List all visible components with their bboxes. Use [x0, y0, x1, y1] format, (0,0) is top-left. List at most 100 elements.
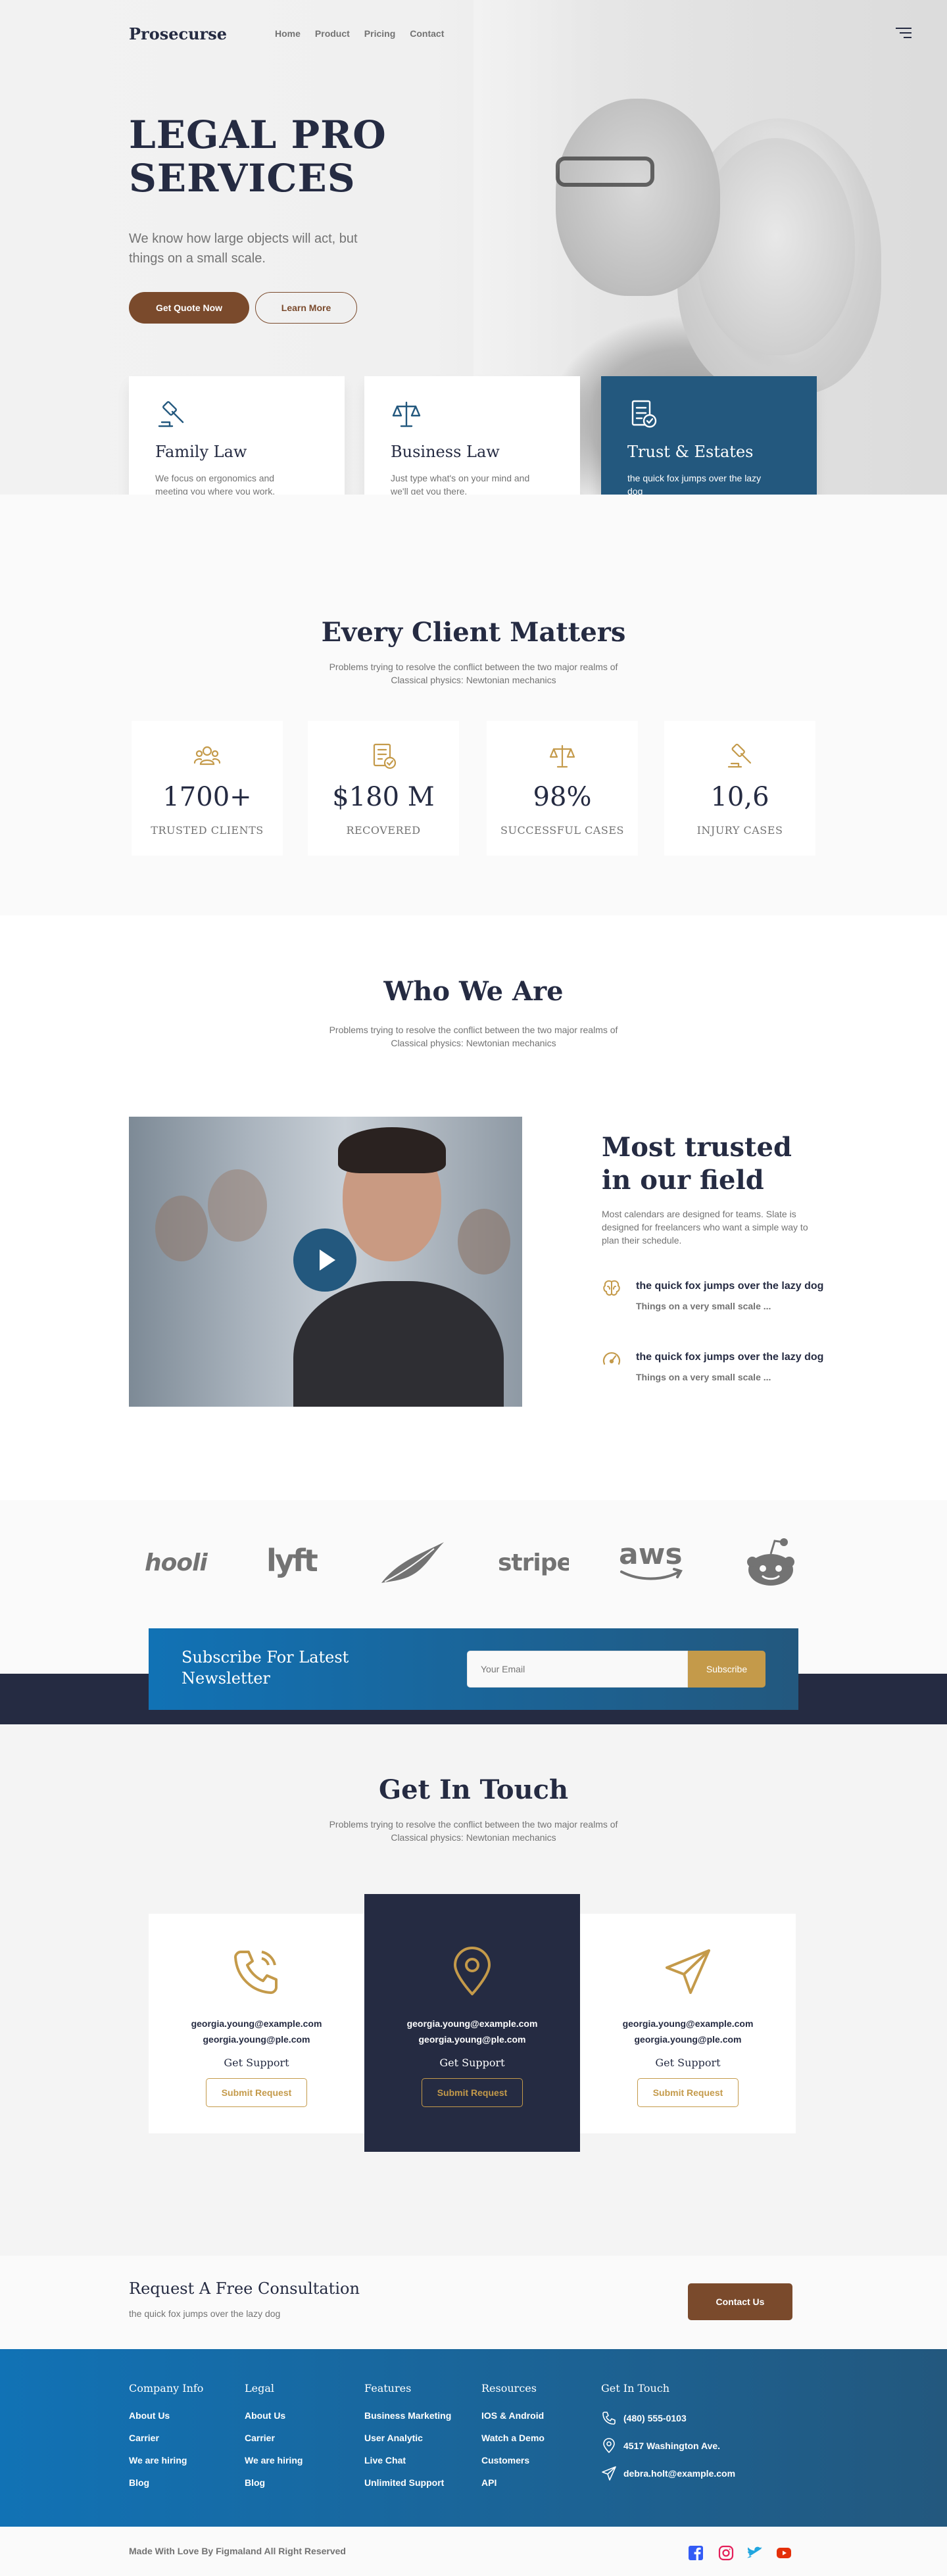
newsletter-title: Subscribe For Latest Newsletter [182, 1648, 349, 1688]
submit-request-button[interactable]: Submit Request [422, 2078, 523, 2107]
nav-links: Home Product Pricing Contact [275, 28, 444, 39]
learn-more-button[interactable]: Learn More [255, 292, 357, 324]
footer-link[interactable]: Blog [245, 2477, 303, 2488]
footer-link[interactable]: Blog [129, 2477, 203, 2488]
aws-logo: aws [616, 1536, 689, 1588]
cta-title: Request A Free Consultation [129, 2279, 360, 2298]
footer-address-text: 4517 Washington Ave. [623, 2441, 721, 2451]
footer-phone[interactable]: (480) 555-0103 [601, 2410, 735, 2426]
who-subtitle: Problems trying to resolve the conflict … [329, 1025, 618, 1048]
footer-email[interactable]: debra.holt@example.com [601, 2466, 735, 2481]
stats-title: Every Client Matters [321, 617, 626, 648]
service-card-trust-estates[interactable]: Trust & Estates the quick fox jumps over… [601, 376, 817, 514]
leaf-logo-mark [381, 1542, 444, 1583]
brand-logo[interactable]: Prosecurse [129, 24, 275, 43]
twitter-icon[interactable] [747, 2545, 763, 2561]
footer-email-text: debra.holt@example.com [623, 2468, 736, 2479]
stat-label: SUCCESSFUL CASES [500, 824, 624, 837]
footer-column-touch: Get In Touch (480) 555-0103 4517 Washing… [601, 2382, 735, 2493]
svg-text:lyft: lyft [266, 1543, 318, 1578]
leaf-logo [378, 1536, 450, 1588]
feature-item: the quick fox jumps over the lazy dog Th… [602, 1278, 825, 1311]
footer-column-features: Features Business Marketing User Analyti… [364, 2382, 451, 2500]
cta-text: the quick fox jumps over the lazy dog [129, 2308, 281, 2319]
hero-subtitle: We know how large objects will act, but … [129, 231, 358, 266]
get-quote-button[interactable]: Get Quote Now [129, 292, 249, 324]
contact-card-label: Get Support [655, 2056, 721, 2069]
contact-email[interactable]: georgia.young@example.com [149, 2016, 364, 2031]
facebook-icon[interactable] [688, 2545, 704, 2561]
feature-text: Things on a very small scale ... [636, 1301, 771, 1311]
nav-link-contact[interactable]: Contact [410, 28, 444, 39]
service-card-business-law[interactable]: Business Law Just type what's on your mi… [364, 376, 580, 514]
contact-title: Get In Touch [378, 1774, 569, 1805]
footer-column-legal: Legal About Us Carrier We are hiring Blo… [245, 2382, 303, 2500]
service-text: the quick fox jumps over the lazy dog [627, 473, 762, 497]
youtube-icon[interactable] [776, 2545, 792, 2561]
video-thumbnail[interactable] [129, 1117, 522, 1407]
footer-link[interactable]: Carrier [245, 2433, 303, 2443]
top-navbar: Prosecurse Home Product Pricing Contact [129, 0, 911, 67]
footer-link[interactable]: Business Marketing [364, 2410, 451, 2421]
aws-logo-mark: aws [619, 1539, 683, 1580]
reddit-logo [743, 1536, 798, 1588]
document-check-icon [631, 400, 657, 428]
service-title: Family Law [155, 443, 247, 461]
stat-card-clients: 1700+ TRUSTED CLIENTS [132, 721, 283, 856]
reddit-logo-mark [747, 1538, 794, 1586]
stat-value: $180 M [332, 782, 435, 812]
instagram-icon[interactable] [718, 2545, 734, 2561]
contact-email[interactable]: georgia.young@example.com [364, 2016, 580, 2031]
contact-email[interactable]: georgia.young@example.com [580, 2016, 796, 2031]
submit-request-button[interactable]: Submit Request [637, 2078, 739, 2107]
scales-icon [392, 401, 421, 427]
footer-column-title: Features [364, 2382, 412, 2394]
footer-link[interactable]: API [481, 2477, 545, 2488]
service-text: Just type what's on your mind and we'll … [391, 473, 530, 497]
contact-email[interactable]: georgia.young@ple.com [580, 2031, 796, 2047]
footer-column-title: Company Info [129, 2382, 204, 2394]
phone-icon [234, 1951, 278, 1994]
footer-link[interactable]: Customers [481, 2455, 545, 2466]
subscribe-button[interactable]: Subscribe [688, 1651, 765, 1688]
contact-email[interactable]: georgia.young@ple.com [149, 2031, 364, 2047]
who-heading: Most trusted in our field [602, 1132, 792, 1196]
play-button[interactable] [293, 1228, 356, 1292]
email-input[interactable] [467, 1651, 688, 1688]
contact-email[interactable]: georgia.young@ple.com [364, 2031, 580, 2047]
hooli-logo: hooli [145, 1536, 217, 1588]
nav-link-product[interactable]: Product [315, 28, 350, 39]
feature-title: the quick fox jumps over the lazy dog [636, 1280, 824, 1292]
footer-link[interactable]: Watch a Demo [481, 2433, 545, 2443]
footer-link[interactable]: Carrier [129, 2433, 203, 2443]
gavel-icon [158, 401, 184, 427]
stat-card-injury: 10,6 INJURY CASES [664, 721, 815, 856]
footer-bottom-bar: Made With Love By Figmaland All Right Re… [0, 2527, 947, 2576]
who-title: Who We Are [383, 976, 564, 1007]
stat-label: TRUSTED CLIENTS [151, 824, 264, 837]
contact-us-button[interactable]: Contact Us [688, 2283, 792, 2320]
footer-link[interactable]: User Analytic [364, 2433, 451, 2443]
stat-value: 1700+ [162, 782, 252, 812]
service-card-family-law[interactable]: Family Law We focus on ergonomics and me… [129, 376, 345, 514]
document-check-icon [373, 743, 397, 769]
submit-request-button[interactable]: Submit Request [206, 2078, 307, 2107]
footer-link[interactable]: Unlimited Support [364, 2477, 451, 2488]
menu-icon[interactable] [896, 28, 911, 39]
stat-label: INJURY CASES [696, 824, 783, 837]
svg-text:aws: aws [619, 1539, 683, 1571]
footer-link[interactable]: IOS & Android [481, 2410, 545, 2421]
nav-link-pricing[interactable]: Pricing [364, 28, 395, 39]
nav-link-home[interactable]: Home [275, 28, 301, 39]
footer-link[interactable]: About Us [129, 2410, 203, 2421]
lyft-logo-mark: lyft [266, 1543, 320, 1578]
lyft-logo: lyft [266, 1536, 326, 1588]
service-title: Trust & Estates [627, 443, 754, 461]
footer-link[interactable]: We are hiring [129, 2455, 203, 2466]
contact-card-label: Get Support [224, 2056, 289, 2069]
video-figure [293, 1281, 504, 1407]
footer-link[interactable]: Live Chat [364, 2455, 451, 2466]
newsletter-box: Subscribe For Latest Newsletter Subscrib… [149, 1628, 798, 1710]
footer-link[interactable]: About Us [245, 2410, 303, 2421]
footer-link[interactable]: We are hiring [245, 2455, 303, 2466]
